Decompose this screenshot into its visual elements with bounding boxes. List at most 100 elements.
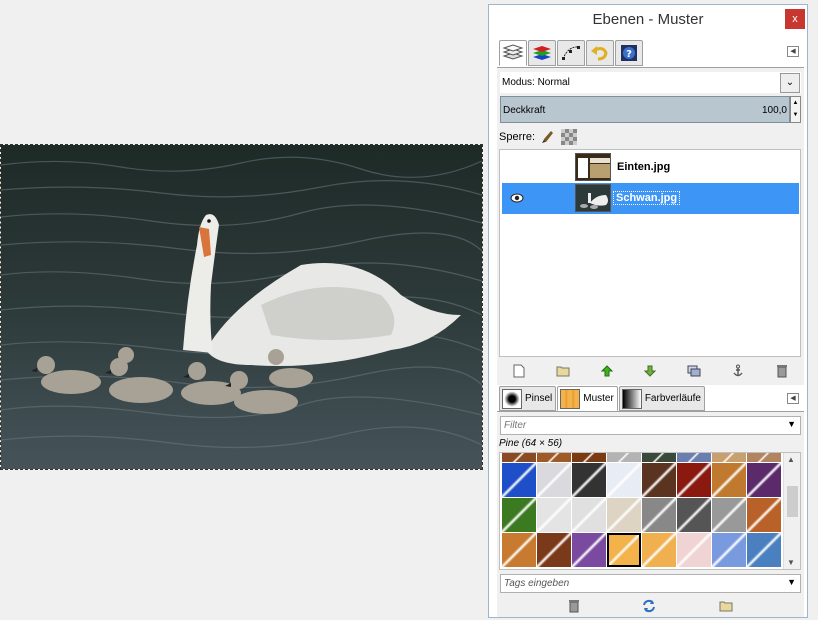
layers-panel: Modus: Normal ⌄ Deckkraft 100,0 ▲ ▼ Sperr… [497,67,804,385]
pattern-icon [560,388,581,409]
tab-undo-history[interactable] [586,40,614,66]
close-button[interactable]: x [785,9,805,29]
pattern-swatch[interactable] [642,533,676,567]
layer-name: Einten.jpg [617,161,671,173]
duplicate-layer-button[interactable] [686,363,702,379]
new-group-button[interactable] [555,363,571,379]
scrollbar-thumb[interactable] [787,486,798,517]
pattern-swatch[interactable] [747,533,781,567]
pattern-swatch[interactable] [677,453,711,462]
pattern-swatch[interactable] [712,498,746,532]
tab-brushes[interactable]: Pinsel [499,386,557,411]
raise-layer-button[interactable] [599,363,615,379]
delete-pattern-button[interactable] [568,599,580,616]
pattern-swatch[interactable] [537,533,571,567]
resource-tabstrip: Pinsel Muster Farbverläufe [499,386,705,412]
opacity-spinner[interactable]: ▲ ▼ [790,96,801,123]
layer-name: Schwan.jpg [612,191,681,205]
lower-layer-button[interactable] [642,363,658,379]
pattern-swatch[interactable] [677,533,711,567]
chevron-down-icon[interactable]: ▼ [787,577,796,587]
pattern-swatch[interactable] [712,453,746,462]
tab-gradients[interactable]: Farbverläufe [618,386,705,411]
svg-text:?: ? [626,49,632,60]
pattern-swatch[interactable] [572,498,606,532]
tab-channels[interactable] [528,40,556,66]
pattern-swatch[interactable] [537,453,571,462]
lock-alpha-icon[interactable] [561,129,578,145]
new-layer-button[interactable] [511,363,527,379]
pattern-swatch[interactable] [712,463,746,497]
tab-patterns[interactable]: Muster [557,386,618,411]
pattern-swatch[interactable] [607,453,641,462]
undo-icon [591,46,608,61]
pattern-scrollbar[interactable]: ▲ ▼ [783,453,800,569]
raise-layer-icon [600,365,613,377]
filter-placeholder: Filter [504,420,527,431]
pattern-swatch[interactable] [502,463,536,497]
duplicate-layer-icon [687,365,701,377]
layers-tabstrip: ? [499,40,643,68]
pattern-grid-inner [502,453,781,567]
scroll-up-icon[interactable]: ▲ [787,455,795,464]
anchor-icon [733,364,743,377]
mode-text: Modus: Normal [502,77,570,88]
pattern-swatch[interactable] [607,463,641,497]
refresh-icon [643,599,656,612]
scroll-down-icon[interactable]: ▼ [787,558,795,567]
refresh-patterns-button[interactable] [642,599,656,616]
chevron-down-icon[interactable]: ⌄ [780,73,800,93]
canvas-image[interactable] [0,144,483,470]
tab-help[interactable]: ? [615,40,643,66]
pattern-swatch[interactable] [677,463,711,497]
lock-pixels-icon[interactable] [541,130,555,144]
pattern-swatch[interactable] [747,498,781,532]
pattern-swatch[interactable] [747,453,781,462]
pattern-swatch[interactable] [747,463,781,497]
brush-icon [502,388,522,409]
pattern-swatch[interactable] [572,463,606,497]
pattern-swatch[interactable] [642,498,676,532]
layer-thumbnail [575,184,611,212]
pattern-swatch[interactable] [607,533,641,567]
delete-layer-icon [776,365,787,378]
layer-list: Einten.jpg Schwan.jpg [499,149,801,357]
pattern-swatch[interactable] [677,498,711,532]
tab-paths[interactable] [557,40,585,66]
pattern-swatch[interactable] [502,453,536,462]
tags-input[interactable]: Tags eingeben ▼ [500,574,801,593]
opacity-slider[interactable]: Deckkraft 100,0 [500,96,790,123]
pattern-toolbar [497,598,804,616]
open-folder-icon [719,601,733,611]
pattern-swatch[interactable] [537,498,571,532]
pattern-swatch[interactable] [607,498,641,532]
pattern-swatch[interactable] [642,453,676,462]
delete-layer-button[interactable] [774,363,790,379]
filter-input[interactable]: Filter ▼ [500,416,801,435]
delete-pattern-icon [569,599,580,612]
layer-toolbar [497,360,804,382]
patterns-panel-menu-button[interactable]: ◀ [787,393,799,404]
mode-select[interactable]: Modus: Normal ⌄ [500,72,801,93]
eye-icon[interactable] [510,192,524,204]
open-folder-button[interactable] [719,600,733,615]
tab-gradients-label: Farbverläufe [644,393,701,404]
tab-layers[interactable] [499,40,527,66]
patterns-panel: Filter ▼ Pine (64 × 56) ▲ ▼ Tags eingebe… [497,411,804,617]
layers-icon [502,44,524,60]
gradient-icon [621,388,642,409]
layers-panel-menu-button[interactable]: ◀ [787,46,799,57]
pattern-swatch[interactable] [537,463,571,497]
anchor-layer-button[interactable] [730,363,746,379]
chevron-down-icon[interactable]: ▼ [787,419,796,429]
layer-row-einten[interactable]: Einten.jpg [502,152,799,183]
pattern-swatch[interactable] [572,533,606,567]
tags-placeholder: Tags eingeben [504,578,570,589]
pattern-swatch[interactable] [502,533,536,567]
pattern-swatch[interactable] [712,533,746,567]
layer-row-schwan[interactable]: Schwan.jpg [502,183,799,214]
pattern-swatch[interactable] [642,463,676,497]
pattern-swatch[interactable] [572,453,606,462]
pattern-swatch[interactable] [502,498,536,532]
lock-row: Sperre: [499,128,578,146]
